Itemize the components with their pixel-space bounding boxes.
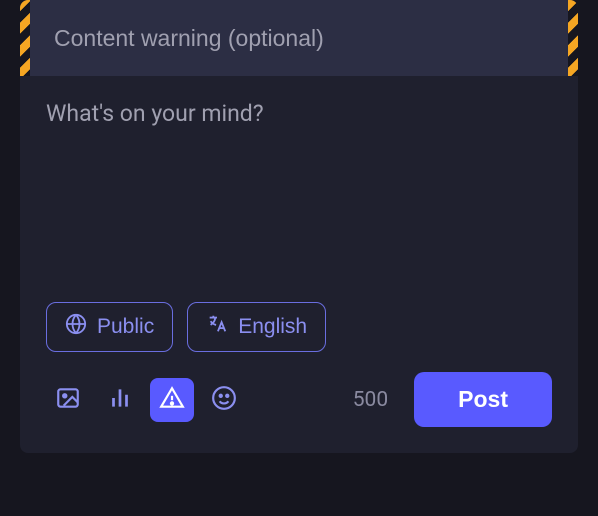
visibility-selector[interactable]: Public	[46, 302, 173, 352]
content-warning-input[interactable]	[30, 25, 568, 52]
add-poll-button[interactable]	[98, 378, 142, 422]
visibility-label: Public	[97, 315, 154, 339]
globe-icon	[65, 313, 87, 341]
poll-icon	[107, 385, 133, 414]
content-warning-row	[20, 0, 578, 76]
translate-icon	[206, 313, 228, 341]
image-icon	[55, 385, 81, 414]
hazard-stripe-left	[20, 0, 30, 76]
content-warning-toggle[interactable]	[150, 378, 194, 422]
options-row: Public English	[20, 302, 578, 372]
compose-box: Public English	[20, 0, 578, 453]
language-selector[interactable]: English	[187, 302, 326, 352]
hazard-stripe-right	[568, 0, 578, 76]
emoji-icon	[211, 385, 237, 414]
compose-textarea[interactable]	[46, 100, 552, 298]
warning-icon	[159, 385, 185, 414]
language-label: English	[238, 315, 307, 339]
character-count: 500	[353, 388, 388, 412]
emoji-picker-button[interactable]	[202, 378, 246, 422]
post-button[interactable]: Post	[414, 372, 552, 427]
compose-body-area	[20, 76, 578, 302]
compose-toolbar: 500 Post	[20, 372, 578, 453]
attach-media-button[interactable]	[46, 378, 90, 422]
